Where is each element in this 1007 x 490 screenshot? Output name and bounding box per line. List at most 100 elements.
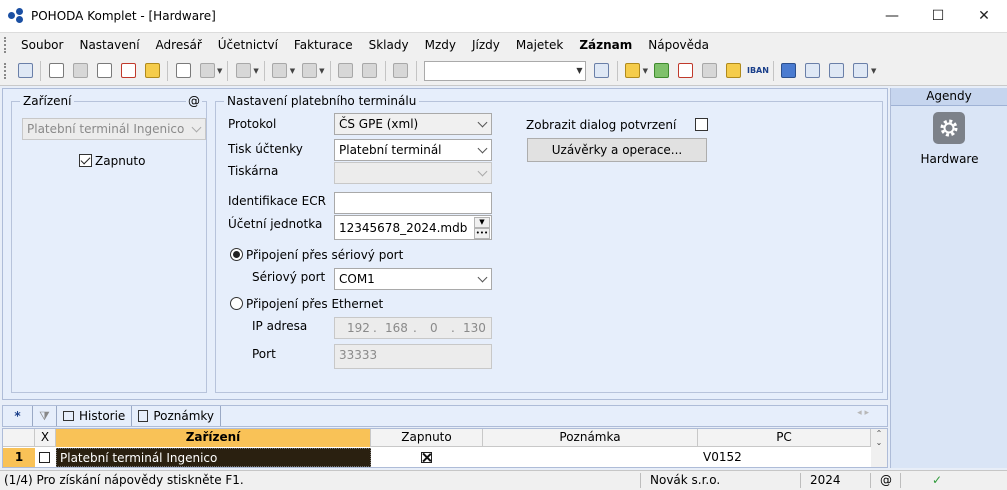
chevron-down-icon[interactable] bbox=[478, 118, 488, 128]
layout-button[interactable] bbox=[802, 61, 824, 81]
closures-and-operations-button[interactable]: Uzávěrky a operace... bbox=[527, 138, 707, 162]
minimize-button[interactable]: — bbox=[869, 0, 915, 32]
filter-icon[interactable]: ⧩ bbox=[33, 406, 57, 426]
status-bar: (1/4) Pro získání nápovědy stiskněte F1.… bbox=[0, 470, 1007, 490]
chevron-down-icon[interactable]: ▼ bbox=[643, 67, 648, 75]
enabled-checkbox[interactable] bbox=[79, 154, 92, 167]
status-hint: (1/4) Pro získání nápovědy stiskněte F1. bbox=[4, 473, 244, 487]
print-button[interactable] bbox=[69, 61, 91, 81]
back-button[interactable] bbox=[269, 61, 291, 81]
protocol-label: Protokol bbox=[228, 117, 277, 131]
bottom-tabs-bar: * ⧩ Historie Poznámky ◂ ▸ bbox=[2, 405, 888, 427]
cash-register-button[interactable] bbox=[651, 61, 673, 81]
row-select-checkbox[interactable] bbox=[39, 452, 50, 463]
column-header-enabled[interactable]: Zapnuto bbox=[371, 429, 483, 447]
preview-button[interactable] bbox=[93, 61, 115, 81]
chevron-down-icon[interactable] bbox=[478, 273, 488, 283]
tab-scroll-arrows[interactable]: ◂ ▸ bbox=[857, 408, 869, 418]
ethernet-radio[interactable] bbox=[230, 297, 243, 310]
menu-ucetnictvi[interactable]: Účetnictví bbox=[210, 34, 286, 56]
help-button[interactable] bbox=[850, 61, 872, 81]
cell-device[interactable]: Platební terminál Ingenico bbox=[56, 448, 371, 467]
chevron-down-icon[interactable]: ▼ bbox=[576, 66, 582, 75]
menu-adresar[interactable]: Adresář bbox=[148, 34, 210, 56]
scroll-up-icon[interactable]: ⌃ bbox=[871, 429, 887, 438]
table-scrollbar[interactable]: ⌃ ⌄ bbox=[871, 429, 887, 467]
coins-button[interactable] bbox=[723, 61, 745, 81]
menu-napoveda[interactable]: Nápověda bbox=[640, 34, 717, 56]
column-header-note[interactable]: Poznámka bbox=[483, 429, 698, 447]
quick-search-combo[interactable]: ▼ bbox=[423, 60, 586, 81]
cards-button[interactable] bbox=[675, 61, 697, 81]
gear-icon bbox=[301, 63, 317, 78]
scroll-down-icon[interactable]: ⌄ bbox=[871, 438, 887, 447]
serial-port-radio[interactable] bbox=[230, 248, 243, 261]
cell-note[interactable] bbox=[483, 448, 698, 467]
iban-button[interactable]: IBAN bbox=[747, 61, 769, 81]
folder-button[interactable] bbox=[622, 61, 644, 81]
tab-notes[interactable]: Poznámky bbox=[132, 406, 222, 426]
pdf-button[interactable] bbox=[117, 61, 139, 81]
serial-port-select[interactable]: COM1 bbox=[334, 268, 492, 290]
hardware-agenda-button[interactable] bbox=[933, 112, 965, 144]
chevron-down-icon[interactable]: ▼ bbox=[319, 67, 324, 75]
cash-register-icon bbox=[654, 63, 670, 78]
chevron-down-icon[interactable] bbox=[478, 144, 488, 154]
cell-enabled-checkbox[interactable] bbox=[421, 452, 432, 463]
menu-sklady[interactable]: Sklady bbox=[361, 34, 417, 56]
receipt-print-select[interactable]: Platební terminál bbox=[334, 139, 492, 161]
agenda-panel: Agendy Hardware bbox=[890, 88, 1007, 468]
hardware-agenda-label[interactable]: Hardware bbox=[891, 152, 1007, 166]
maximize-button[interactable]: ☐ bbox=[915, 0, 961, 32]
menu-soubor[interactable]: Soubor bbox=[13, 34, 71, 56]
table-view-button[interactable] bbox=[232, 61, 254, 81]
status-email-icon[interactable]: @ bbox=[880, 473, 892, 487]
close-button[interactable]: ✕ bbox=[961, 0, 1007, 32]
window-button[interactable] bbox=[778, 61, 800, 81]
chevron-down-icon[interactable]: ▼ bbox=[290, 67, 295, 75]
duplicate-icon bbox=[393, 63, 409, 78]
edit-record-button[interactable] bbox=[196, 61, 218, 81]
menu-fakturace[interactable]: Fakturace bbox=[286, 34, 361, 56]
new-record-button[interactable] bbox=[172, 61, 194, 81]
ecr-id-input[interactable] bbox=[334, 192, 492, 214]
chevron-down-icon bbox=[478, 167, 488, 177]
chevron-down-icon[interactable]: ▼ bbox=[217, 67, 222, 75]
exit-agenda-button[interactable] bbox=[14, 61, 36, 81]
settings-button[interactable] bbox=[298, 61, 320, 81]
duplicate-button[interactable] bbox=[390, 61, 412, 81]
filter-button[interactable] bbox=[591, 61, 613, 81]
menu-mzdy[interactable]: Mzdy bbox=[417, 34, 464, 56]
toolbar-separator bbox=[772, 60, 774, 81]
cards-icon bbox=[678, 63, 694, 78]
save-as-button[interactable] bbox=[359, 61, 381, 81]
export-button[interactable] bbox=[141, 61, 163, 81]
protocol-select[interactable]: ČS GPE (xml) bbox=[334, 113, 492, 135]
cell-pc[interactable]: V0152 bbox=[703, 448, 871, 467]
ip-dot-separator: . bbox=[373, 321, 377, 335]
copy-icon bbox=[48, 63, 64, 78]
chevron-down-icon[interactable]: ▼ bbox=[253, 67, 258, 75]
column-header-pc[interactable]: PC bbox=[698, 429, 871, 447]
column-header-x[interactable]: X bbox=[35, 429, 56, 447]
calculator-button[interactable] bbox=[699, 61, 721, 81]
ellipsis-icon[interactable]: ••• bbox=[474, 228, 490, 239]
accounting-unit-input[interactable]: 12345678_2024.mdb ▼ ••• bbox=[334, 215, 492, 240]
tab-all[interactable]: * bbox=[3, 406, 33, 426]
menu-zaznam[interactable]: Záznam bbox=[571, 34, 640, 56]
panel-button[interactable] bbox=[826, 61, 848, 81]
menu-majetek[interactable]: Majetek bbox=[508, 34, 571, 56]
column-header-device[interactable]: Zařízení bbox=[56, 429, 371, 447]
email-icon[interactable]: @ bbox=[186, 94, 202, 108]
chevron-down-icon[interactable]: ▼ bbox=[474, 217, 490, 228]
chevron-down-icon bbox=[192, 123, 202, 133]
show-confirm-checkbox[interactable] bbox=[695, 118, 708, 131]
save-button[interactable] bbox=[335, 61, 357, 81]
port-label: Port bbox=[252, 347, 276, 361]
copy-button[interactable] bbox=[45, 61, 67, 81]
menu-jizdy[interactable]: Jízdy bbox=[464, 34, 508, 56]
menu-nastaveni[interactable]: Nastavení bbox=[71, 34, 147, 56]
tab-history[interactable]: Historie bbox=[57, 406, 133, 426]
table-row[interactable]: 1 Platební terminál Ingenico V0152 bbox=[3, 448, 871, 467]
chevron-down-icon[interactable]: ▼ bbox=[871, 67, 876, 75]
